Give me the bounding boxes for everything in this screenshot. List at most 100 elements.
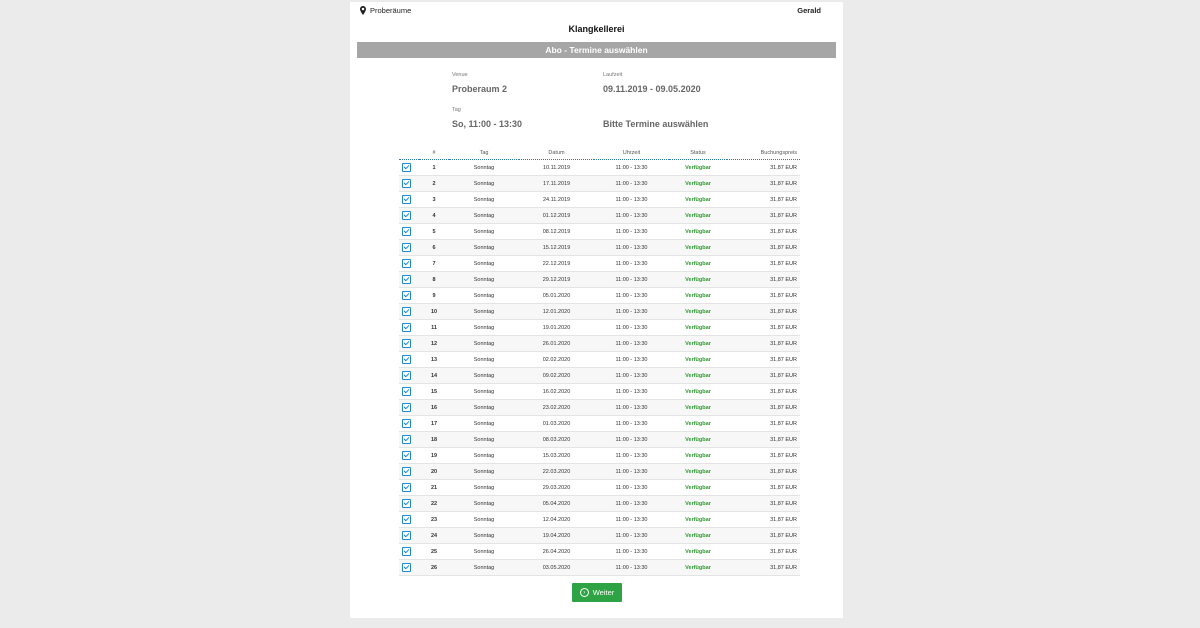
checkbox-checked-icon[interactable] <box>402 371 411 380</box>
checkbox-checked-icon[interactable] <box>402 179 411 188</box>
row-select-cell <box>399 511 419 528</box>
checkbox-checked-icon[interactable] <box>402 451 411 460</box>
user-name[interactable]: Gerald <box>797 6 821 15</box>
checkbox-checked-icon[interactable] <box>402 547 411 556</box>
row-date: 15.12.2019 <box>519 239 594 256</box>
row-time: 11:00 - 13:30 <box>594 431 669 448</box>
next-button[interactable]: › Weiter <box>572 583 622 602</box>
row-status: Verfügbar <box>669 463 727 480</box>
header-date: Datum <box>519 146 594 160</box>
table-row[interactable]: 24 Sonntag 19.04.2020 11:00 - 13:30 Verfügba… <box>399 527 800 544</box>
table-row[interactable]: 4 Sonntag 01.12.2019 11:00 - 13:30 Verfügbar… <box>399 207 800 224</box>
table-row[interactable]: 11 Sonntag 19.01.2020 11:00 - 13:30 Verfügba… <box>399 319 800 336</box>
table-row[interactable]: 20 Sonntag 22.03.2020 11:00 - 13:30 Verfügba… <box>399 463 800 480</box>
row-number: 22 <box>419 495 449 512</box>
row-select-cell <box>399 543 419 560</box>
top-bar: Proberäume Gerald <box>360 6 821 18</box>
row-time: 11:00 - 13:30 <box>594 335 669 352</box>
row-number: 13 <box>419 351 449 368</box>
table-row[interactable]: 5 Sonntag 08.12.2019 11:00 - 13:30 Verfügbar… <box>399 223 800 240</box>
row-select-cell <box>399 495 419 512</box>
row-day: Sonntag <box>449 447 519 464</box>
row-status: Verfügbar <box>669 495 727 512</box>
checkbox-checked-icon[interactable] <box>402 515 411 524</box>
table-row[interactable]: 10 Sonntag 12.01.2020 11:00 - 13:30 Verfügba… <box>399 303 800 320</box>
table-row[interactable]: 22 Sonntag 05.04.2020 11:00 - 13:30 Verfügba… <box>399 495 800 512</box>
next-button-label: Weiter <box>592 588 615 597</box>
row-price: 31,87 EUR <box>727 255 800 272</box>
row-price: 31,87 EUR <box>727 287 800 304</box>
table-row[interactable]: 7 Sonntag 22.12.2019 11:00 - 13:30 Verfügbar… <box>399 255 800 272</box>
checkbox-checked-icon[interactable] <box>402 483 411 492</box>
row-select-cell <box>399 223 419 240</box>
row-select-cell <box>399 207 419 224</box>
checkbox-checked-icon[interactable] <box>402 419 411 428</box>
row-date: 02.02.2020 <box>519 351 594 368</box>
checkbox-checked-icon[interactable] <box>402 531 411 540</box>
row-select-cell <box>399 463 419 480</box>
table-row[interactable]: 8 Sonntag 29.12.2019 11:00 - 13:30 Verfügbar… <box>399 271 800 288</box>
checkbox-checked-icon[interactable] <box>402 387 411 396</box>
checkbox-checked-icon[interactable] <box>402 243 411 252</box>
table-row[interactable]: 6 Sonntag 15.12.2019 11:00 - 13:30 Verfügbar… <box>399 239 800 256</box>
table-row[interactable]: 21 Sonntag 29.03.2020 11:00 - 13:30 Verfügba… <box>399 479 800 496</box>
checkbox-checked-icon[interactable] <box>402 403 411 412</box>
row-status: Verfügbar <box>669 383 727 400</box>
checkbox-checked-icon[interactable] <box>402 563 411 572</box>
row-day: Sonntag <box>449 383 519 400</box>
table-row[interactable]: 17 Sonntag 01.03.2020 11:00 - 13:30 Verfügba… <box>399 415 800 432</box>
checkbox-checked-icon[interactable] <box>402 499 411 508</box>
checkbox-checked-icon[interactable] <box>402 195 411 204</box>
table-row[interactable]: 19 Sonntag 15.03.2020 11:00 - 13:30 Verfügba… <box>399 447 800 464</box>
row-day: Sonntag <box>449 559 519 576</box>
table-row[interactable]: 12 Sonntag 26.01.2020 11:00 - 13:30 Verfügba… <box>399 335 800 352</box>
row-price: 31,87 EUR <box>727 399 800 416</box>
row-status: Verfügbar <box>669 447 727 464</box>
row-day: Sonntag <box>449 367 519 384</box>
circle-arrow-icon: › <box>579 588 589 597</box>
row-price: 31,87 EUR <box>727 207 800 224</box>
row-day: Sonntag <box>449 239 519 256</box>
row-time: 11:00 - 13:30 <box>594 463 669 480</box>
checkbox-checked-icon[interactable] <box>402 323 411 332</box>
checkbox-checked-icon[interactable] <box>402 163 411 172</box>
row-number: 2 <box>419 175 449 192</box>
row-date: 10.11.2019 <box>519 159 594 176</box>
row-time: 11:00 - 13:30 <box>594 367 669 384</box>
venue-title: Klangkellerei <box>568 24 625 34</box>
table-row[interactable]: 23 Sonntag 12.04.2020 11:00 - 13:30 Verfügba… <box>399 511 800 528</box>
row-time: 11:00 - 13:30 <box>594 351 669 368</box>
checkbox-checked-icon[interactable] <box>402 307 411 316</box>
row-time: 11:00 - 13:30 <box>594 559 669 576</box>
table-row[interactable]: 16 Sonntag 23.02.2020 11:00 - 13:30 Verfügba… <box>399 399 800 416</box>
row-number: 26 <box>419 559 449 576</box>
row-price: 31,87 EUR <box>727 303 800 320</box>
checkbox-checked-icon[interactable] <box>402 467 411 476</box>
checkbox-checked-icon[interactable] <box>402 355 411 364</box>
table-row[interactable]: 15 Sonntag 16.02.2020 11:00 - 13:30 Verfügba… <box>399 383 800 400</box>
row-time: 11:00 - 13:30 <box>594 271 669 288</box>
table-row[interactable]: 2 Sonntag 17.11.2019 11:00 - 13:30 Verfügbar… <box>399 175 800 192</box>
table-row[interactable]: 26 Sonntag 03.05.2020 11:00 - 13:30 Verfügba… <box>399 559 800 576</box>
table-row[interactable]: 9 Sonntag 05.01.2020 11:00 - 13:30 Verfügbar… <box>399 287 800 304</box>
venue-label: Venue <box>452 72 468 78</box>
checkbox-checked-icon[interactable] <box>402 339 411 348</box>
row-status: Verfügbar <box>669 239 727 256</box>
checkbox-checked-icon[interactable] <box>402 291 411 300</box>
table-row[interactable]: 1 Sonntag 10.11.2019 11:00 - 13:30 Verfügbar… <box>399 159 800 176</box>
table-row[interactable]: 3 Sonntag 24.11.2019 11:00 - 13:30 Verfügbar… <box>399 191 800 208</box>
checkbox-checked-icon[interactable] <box>402 259 411 268</box>
table-row[interactable]: 13 Sonntag 02.02.2020 11:00 - 13:30 Verfügba… <box>399 351 800 368</box>
checkbox-checked-icon[interactable] <box>402 227 411 236</box>
table-row[interactable]: 25 Sonntag 26.04.2020 11:00 - 13:30 Verfügba… <box>399 543 800 560</box>
checkbox-checked-icon[interactable] <box>402 435 411 444</box>
table-row[interactable]: 18 Sonntag 08.03.2020 11:00 - 13:30 Verfügba… <box>399 431 800 448</box>
location-link[interactable]: Proberäume <box>360 6 411 15</box>
checkbox-checked-icon[interactable] <box>402 211 411 220</box>
table-row[interactable]: 14 Sonntag 09.02.2020 11:00 - 13:30 Verfügba… <box>399 367 800 384</box>
row-date: 03.05.2020 <box>519 559 594 576</box>
row-date: 05.01.2020 <box>519 287 594 304</box>
row-status: Verfügbar <box>669 479 727 496</box>
row-select-cell <box>399 271 419 288</box>
checkbox-checked-icon[interactable] <box>402 275 411 284</box>
